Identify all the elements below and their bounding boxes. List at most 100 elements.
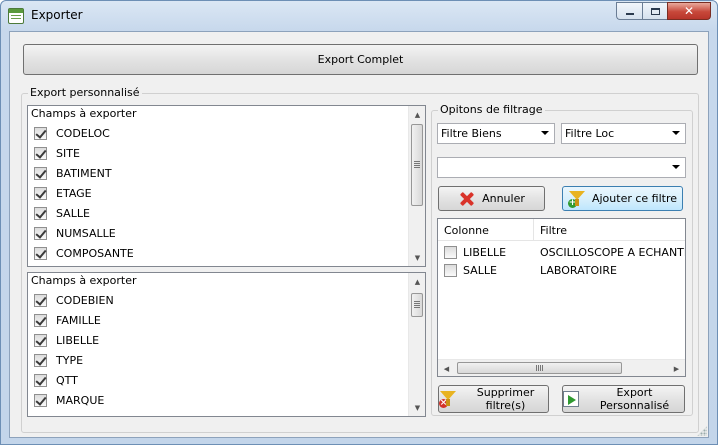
- list-header: Champs à exporter: [31, 274, 137, 287]
- cell-colonne-text: LIBELLE: [463, 245, 507, 259]
- export-personnalise-label: Export Personnalisé: [599, 386, 670, 412]
- filter-table-hscroll-thumb[interactable]: [457, 362, 622, 374]
- list-item[interactable]: SITE: [34, 144, 80, 162]
- cell-filtre: LABORATOIRE: [540, 263, 617, 277]
- scroll-down-icon[interactable]: ▼: [409, 249, 425, 266]
- minimize-button[interactable]: [616, 2, 642, 20]
- table-row[interactable]: SALLE LABORATOIRE: [438, 261, 685, 279]
- list-item[interactable]: CODEBIEN: [34, 291, 114, 309]
- supprimer-label: Supprimer filtre(s): [476, 386, 535, 412]
- cell-filtre: OSCILLOSCOPE A ECHANTII: [540, 245, 686, 259]
- checkbox[interactable]: [34, 313, 47, 327]
- champs-list-biens[interactable]: Champs à exporter CODEBIEN FAMILLE LIBELLE…: [27, 272, 426, 417]
- list-item[interactable]: MARQUE: [34, 391, 104, 409]
- x-icon: [458, 190, 476, 208]
- list-header: Champs à exporter: [31, 107, 137, 120]
- list-item-label: SALLE: [56, 206, 90, 220]
- filtre-biens-value: Filtre Biens: [441, 127, 502, 140]
- column-header-filtre[interactable]: Filtre: [534, 219, 685, 241]
- champs-list-localisation[interactable]: Champs à exporter CODELOC SITE BATIMENT ETA…: [27, 105, 426, 267]
- cell-colonne-text: SALLE: [463, 263, 497, 277]
- checkbox[interactable]: [34, 393, 47, 407]
- checkbox[interactable]: [34, 373, 47, 387]
- checkbox[interactable]: [34, 246, 47, 260]
- list-item-label: TYPE: [56, 353, 84, 367]
- list-item-label: CODEBIEN: [56, 293, 114, 307]
- list-item-label: FAMILLE: [56, 313, 101, 327]
- list-item[interactable]: ETAGE: [34, 184, 92, 202]
- list1-scroll-thumb[interactable]: [411, 124, 423, 206]
- filter-table-hscroll[interactable]: ◀ ▶: [438, 359, 685, 376]
- scroll-up-icon[interactable]: ▲: [409, 273, 425, 290]
- checkbox[interactable]: [34, 126, 47, 140]
- list2-scrollbar[interactable]: ▲ ▼: [408, 273, 425, 416]
- list-item[interactable]: CODELOC: [34, 124, 110, 142]
- filter-options-legend: Opitons de filtrage: [438, 103, 545, 116]
- filter-value-combo[interactable]: [437, 157, 686, 178]
- export-personnalise-legend: Export personnalisé: [28, 86, 142, 99]
- table-row[interactable]: LIBELLE OSCILLOSCOPE A ECHANTII: [438, 243, 685, 261]
- minimize-icon: [625, 12, 634, 15]
- checkbox[interactable]: [34, 146, 47, 160]
- funnel-remove-icon: ×: [439, 390, 457, 408]
- filtre-loc-value: Filtre Loc: [565, 127, 615, 140]
- export-personnalise-button[interactable]: Export Personnalisé: [562, 385, 685, 413]
- exporter-window: Exporter ✕ Export Complet Export personn…: [0, 0, 718, 445]
- list-item[interactable]: FAMILLE: [34, 311, 101, 329]
- annuler-button[interactable]: Annuler: [438, 186, 545, 211]
- list-item-label: MARQUE: [56, 393, 105, 407]
- checkbox[interactable]: [34, 186, 47, 200]
- export-complet-button[interactable]: Export Complet: [23, 44, 698, 75]
- list-item-label: NUMSALLE: [56, 226, 116, 240]
- list2-scroll-thumb[interactable]: [411, 293, 423, 317]
- list-item[interactable]: QTT: [34, 371, 78, 389]
- list-item[interactable]: NUMSALLE: [34, 224, 116, 242]
- annuler-label: Annuler: [482, 192, 525, 205]
- scroll-down-icon[interactable]: ▼: [409, 399, 425, 416]
- filter-table-header: Colonne Filtre: [438, 219, 685, 241]
- title-bar[interactable]: Exporter ✕: [1, 1, 717, 31]
- checkbox[interactable]: [34, 333, 47, 347]
- app-icon: [8, 8, 24, 24]
- list-item-label: SITE: [56, 146, 80, 160]
- list-item[interactable]: TYPE: [34, 351, 83, 369]
- scroll-up-icon[interactable]: ▲: [409, 106, 425, 123]
- chevron-down-icon: [672, 131, 680, 135]
- maximize-icon: [650, 7, 660, 15]
- checkbox[interactable]: [34, 353, 47, 367]
- list-item[interactable]: LIBELLE: [34, 331, 99, 349]
- list-item[interactable]: BATIMENT: [34, 164, 112, 182]
- window-title: Exporter: [31, 8, 83, 22]
- row-checkbox[interactable]: [444, 263, 457, 277]
- row-checkbox[interactable]: [444, 245, 457, 259]
- client-area: Export Complet Export personnalisé Champ…: [9, 31, 709, 438]
- list-item-label: LIBELLE: [56, 333, 100, 347]
- scroll-left-icon[interactable]: ◀: [438, 360, 455, 376]
- ajouter-label: Ajouter ce filtre: [591, 192, 678, 205]
- checkbox[interactable]: [34, 226, 47, 240]
- supprimer-filtre-button[interactable]: × Supprimer filtre(s): [438, 385, 549, 413]
- list-item[interactable]: COMPOSANTE: [34, 244, 134, 262]
- cell-colonne: SALLE: [444, 261, 497, 279]
- chevron-down-icon: [672, 165, 680, 169]
- list-item-label: CODELOC: [56, 126, 110, 140]
- funnel-add-icon: +: [567, 190, 586, 208]
- checkbox[interactable]: [34, 293, 47, 307]
- filtre-loc-combo[interactable]: Filtre Loc: [561, 123, 686, 144]
- list-item[interactable]: SALLE: [34, 204, 90, 222]
- column-header-colonne[interactable]: Colonne: [438, 219, 534, 241]
- list1-scrollbar[interactable]: ▲ ▼: [408, 106, 425, 266]
- checkbox[interactable]: [34, 166, 47, 180]
- chevron-down-icon: [541, 131, 549, 135]
- ajouter-filtre-button[interactable]: + Ajouter ce filtre: [562, 186, 683, 211]
- maximize-button[interactable]: [642, 2, 667, 20]
- scroll-right-icon[interactable]: ▶: [668, 360, 685, 376]
- list-item-label: ETAGE: [56, 186, 92, 200]
- export-icon: [563, 391, 579, 407]
- close-button[interactable]: ✕: [667, 2, 711, 20]
- filter-list-view[interactable]: Colonne Filtre LIBELLE OSCILLOSCOPE A ECH…: [437, 218, 686, 377]
- checkbox[interactable]: [34, 206, 47, 220]
- list-item-label: COMPOSANTE: [56, 246, 134, 260]
- window-controls: ✕: [616, 2, 711, 20]
- filtre-biens-combo[interactable]: Filtre Biens: [437, 123, 555, 144]
